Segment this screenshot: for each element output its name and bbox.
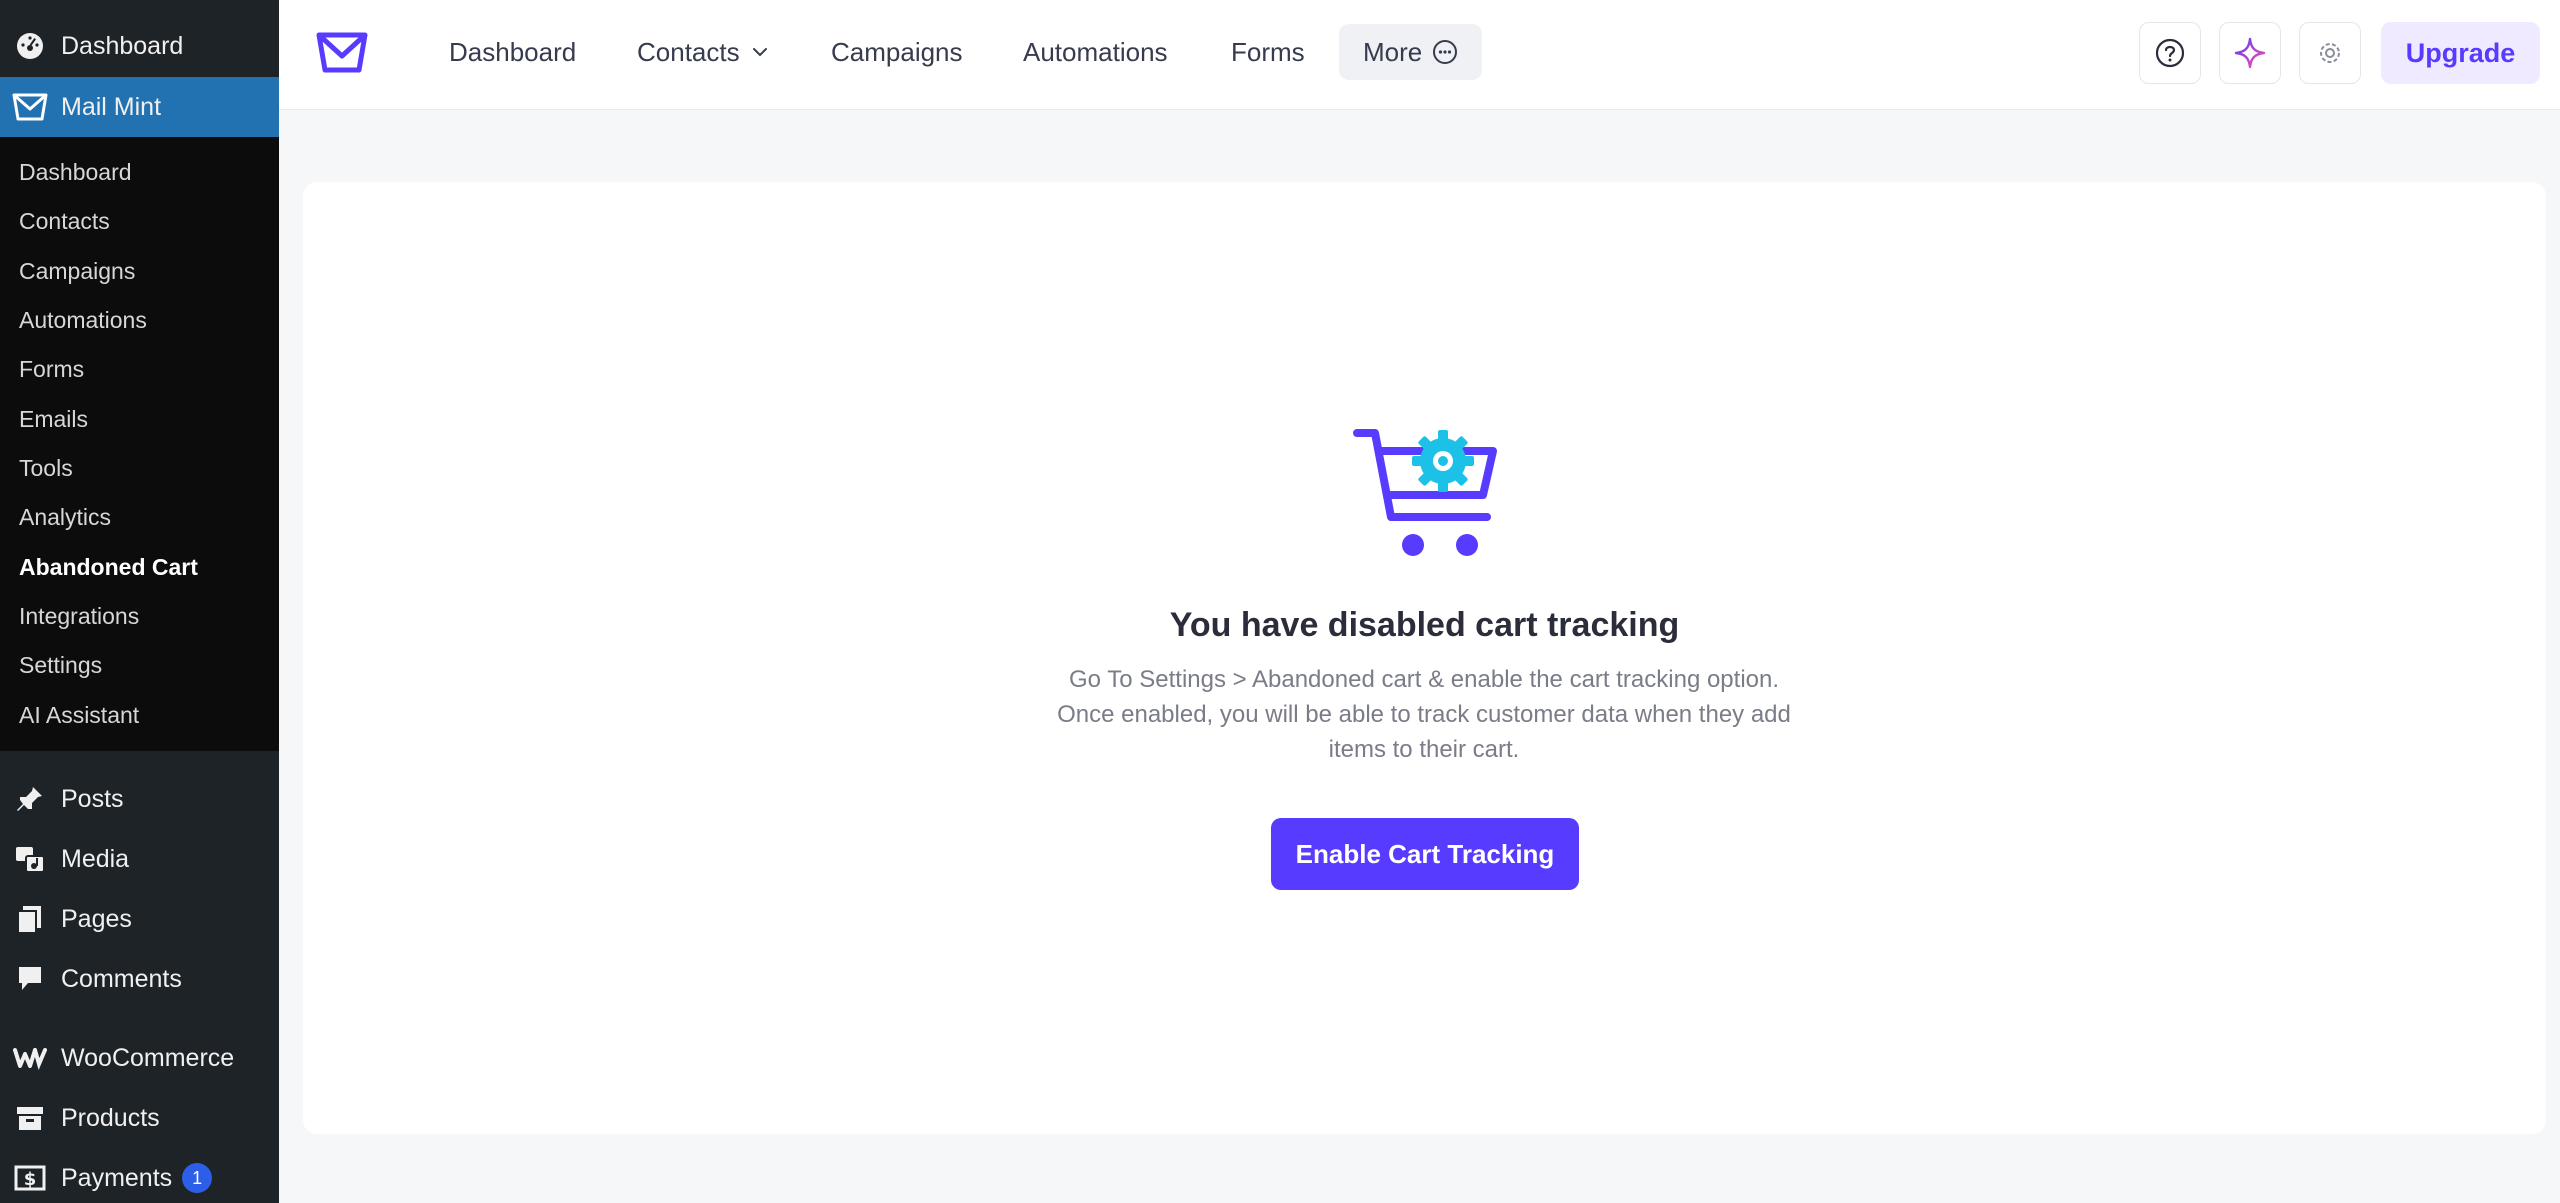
submenu-settings[interactable]: Settings (19, 645, 102, 685)
mail-mint-topbar: Dashboard Contacts Campaigns Automations… (279, 0, 2560, 110)
mail-mint-logo-icon[interactable] (316, 30, 368, 74)
empty-state-title: You have disabled cart tracking (1169, 606, 1680, 644)
nav-more[interactable]: More (1339, 24, 1483, 80)
help-button[interactable] (2139, 22, 2201, 84)
description-line: Go To Settings > Abandoned cart & enable… (1068, 666, 1780, 693)
sparkle-icon (2233, 36, 2267, 70)
wp-menu-label: Mail Mint (61, 92, 162, 121)
chevron-down-icon (750, 42, 770, 62)
nav-contacts[interactable]: Contacts (637, 30, 770, 74)
nav-automations[interactable]: Automations (1023, 30, 1168, 74)
wp-menu-label: Dashboard (61, 31, 184, 60)
pages-icon (12, 901, 48, 937)
nav-dashboard[interactable]: Dashboard (449, 30, 576, 74)
payments-count-badge: 1 (182, 1163, 213, 1193)
mail-mint-submenu: Dashboard Contacts Campaigns Automations… (0, 137, 279, 751)
wp-menu-label: Comments (61, 964, 182, 993)
nav-forms[interactable]: Forms (1231, 30, 1305, 74)
submenu-abandoned-cart[interactable]: Abandoned Cart (19, 547, 198, 587)
gear-icon (2316, 39, 2344, 67)
upgrade-button[interactable]: Upgrade (2381, 22, 2540, 84)
more-dots-icon (1432, 39, 1458, 65)
wp-menu-label: Products (61, 1103, 160, 1132)
enable-cart-tracking-button[interactable]: Enable Cart Tracking (1271, 818, 1579, 890)
submenu-contacts[interactable]: Contacts (19, 201, 110, 241)
wp-menu-label: Pages (61, 904, 132, 933)
submenu-campaigns[interactable]: Campaigns (19, 251, 135, 291)
wp-menu-comments[interactable]: Comments (0, 949, 279, 1009)
wp-menu-label: WooCommerce (61, 1043, 235, 1072)
description-line: Once enabled, you will be able to track … (1057, 701, 1791, 728)
wp-menu-pages[interactable]: Pages (0, 889, 279, 949)
submenu-emails[interactable]: Emails (19, 399, 88, 439)
wp-menu-mail-mint[interactable]: Mail Mint (0, 77, 279, 137)
cart-settings-icon (1353, 425, 1503, 566)
wp-menu-dashboard[interactable]: Dashboard (0, 16, 279, 76)
settings-button[interactable] (2299, 22, 2361, 84)
dollar-icon: $ (12, 1160, 48, 1196)
submenu-tools[interactable]: Tools (19, 448, 73, 488)
wp-menu-woocommerce[interactable]: WooCommerce (0, 1028, 279, 1088)
dashboard-gauge-icon (12, 28, 48, 64)
comment-icon (12, 961, 48, 997)
nav-more-label: More (1363, 36, 1423, 67)
question-icon (2155, 38, 2185, 68)
wp-menu-payments[interactable]: $ Payments 1 (0, 1148, 279, 1203)
wp-menu-posts[interactable]: Posts (0, 769, 279, 829)
archive-box-icon (12, 1100, 48, 1136)
pin-icon (12, 781, 48, 817)
wp-menu-products[interactable]: Products (0, 1088, 279, 1148)
wp-menu-media[interactable]: Media (0, 829, 279, 889)
nav-contacts-label: Contacts (637, 36, 740, 67)
submenu-integrations[interactable]: Integrations (19, 596, 139, 636)
woo-icon (12, 1040, 48, 1076)
submenu-forms[interactable]: Forms (19, 349, 84, 389)
wp-menu-label: Payments (61, 1163, 173, 1192)
ai-sparkle-button[interactable] (2219, 22, 2281, 84)
submenu-automations[interactable]: Automations (19, 300, 147, 340)
wp-menu-label: Posts (61, 784, 124, 813)
submenu-dashboard[interactable]: Dashboard (19, 152, 132, 192)
submenu-ai-assistant[interactable]: AI Assistant (19, 695, 139, 735)
media-icon (12, 841, 48, 877)
empty-state-description: Go To Settings > Abandoned cart & enable… (1024, 662, 1824, 767)
wp-admin-sidebar: Dashboard Mail Mint Dashboard Contacts C… (0, 0, 279, 1203)
description-line: items to their cart. (1328, 736, 1520, 763)
mail-mint-icon (12, 89, 48, 125)
wp-menu-label: Media (61, 844, 130, 873)
svg-text:$: $ (24, 1169, 37, 1190)
nav-campaigns[interactable]: Campaigns (831, 30, 963, 74)
abandoned-cart-empty-state-card: You have disabled cart tracking Go To Se… (303, 182, 2546, 1134)
submenu-analytics[interactable]: Analytics (19, 497, 111, 537)
